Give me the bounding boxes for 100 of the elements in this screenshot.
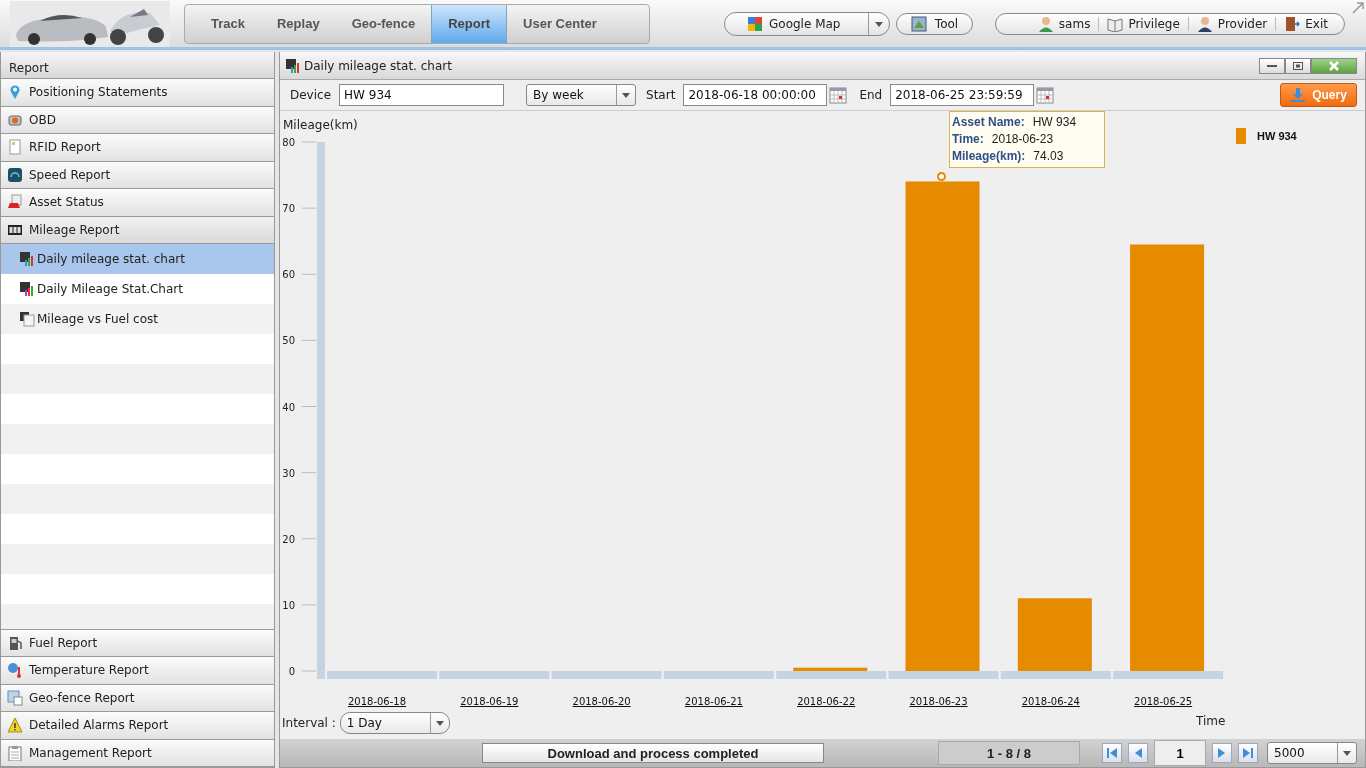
data-point-marker xyxy=(937,172,946,181)
next-page-button[interactable] xyxy=(1212,743,1232,763)
start-label: Start xyxy=(646,88,676,102)
tick-mark xyxy=(301,273,317,275)
tick-mark xyxy=(301,472,317,474)
start-date-field[interactable]: 2018-06-18 00:00:00 xyxy=(683,84,828,106)
y-tick-label: 0 xyxy=(288,666,295,677)
legend-label: HW 934 xyxy=(1257,130,1297,142)
sidebar-item[interactable]: RFID Report xyxy=(1,134,274,162)
resize-icon xyxy=(1352,2,1364,14)
device-label: Device xyxy=(290,88,332,102)
nav-tab[interactable]: User Center xyxy=(507,4,613,43)
tick-mark xyxy=(301,538,317,540)
caret-icon xyxy=(874,19,884,28)
user-menu-item[interactable]: Privilege xyxy=(1105,15,1182,32)
x-tick-label: 2018-06-25 xyxy=(1134,696,1193,707)
user-icon xyxy=(1037,15,1054,32)
y-axis-title: Mileage(km) xyxy=(283,118,358,132)
sidebar-item-label: Asset Status xyxy=(29,195,104,210)
sidebar-item[interactable]: Asset Status xyxy=(1,189,274,217)
sidebar-item[interactable]: Management Report xyxy=(1,739,274,767)
tick-mark xyxy=(301,339,317,341)
sidebar-subitem-label: Mileage vs Fuel cost xyxy=(37,312,159,326)
sidebar-item-label: Fuel Report xyxy=(29,635,98,650)
nav-tab[interactable]: Geo-fence xyxy=(335,4,432,43)
tick-mark xyxy=(301,604,317,606)
y-tick-label: 20 xyxy=(282,533,295,545)
user-menu-item[interactable]: Exit xyxy=(1282,15,1330,32)
sidebar-subitem-label: Daily Mileage Stat.Chart xyxy=(37,282,183,296)
map-icon xyxy=(747,15,763,32)
y-tick-label: 10 xyxy=(282,599,295,611)
document-icon xyxy=(19,311,35,327)
sidebar-item-label: Temperature Report xyxy=(29,663,149,678)
sidebar-item[interactable]: Positioning Statements xyxy=(1,79,274,107)
maximize-button[interactable] xyxy=(1285,57,1311,74)
sidebar-title: Report xyxy=(1,52,274,79)
caret-icon xyxy=(434,719,445,727)
x-tick-label: 2018-06-24 xyxy=(1021,696,1080,707)
sidebar-item[interactable]: Fuel Report xyxy=(1,629,274,657)
card-icon xyxy=(7,139,23,156)
y-tick-label: 50 xyxy=(282,335,295,347)
x-tick-label: 2018-06-22 xyxy=(797,696,856,707)
door-icon xyxy=(1284,15,1301,32)
chart-icon xyxy=(19,281,35,297)
device-field[interactable]: HW 934 xyxy=(339,84,505,106)
sidebar-item-label: Speed Report xyxy=(29,167,111,182)
x-tick-label: 2018-06-21 xyxy=(684,696,743,707)
nav-tab[interactable]: Replay xyxy=(261,4,336,43)
sidebar-item-label: Management Report xyxy=(29,745,152,760)
sidebar-item-label: Geo-fence Report xyxy=(29,690,135,705)
close-button[interactable] xyxy=(1311,57,1357,74)
gauge-icon xyxy=(7,166,23,183)
y-tick-label: 80 xyxy=(282,137,295,148)
car-icon xyxy=(7,194,23,211)
tooltip-line: Time: 2018-06-23 xyxy=(952,131,1055,148)
y-tick-label: 30 xyxy=(282,467,295,479)
period-select[interactable]: By week xyxy=(526,84,637,106)
window-icon xyxy=(7,689,23,706)
previous-page-button[interactable] xyxy=(1128,743,1148,763)
maximize-icon xyxy=(1292,60,1304,71)
page-size-select[interactable]: 5000 xyxy=(1267,742,1357,764)
map-selector-label: Google Map xyxy=(769,16,841,31)
caret-icon xyxy=(621,91,632,99)
tool-button[interactable]: Tool xyxy=(896,12,973,35)
minimize-icon xyxy=(1267,64,1277,67)
tooltip-line: Mileage(km): 74.03 xyxy=(952,148,1065,165)
map-selector[interactable]: Google Map xyxy=(724,11,890,36)
sidebar-item[interactable]: Detailed Alarms Report xyxy=(1,712,274,740)
nav-tab[interactable]: Report xyxy=(431,4,508,43)
calendar-icon xyxy=(829,86,848,104)
nav-tab[interactable]: Track xyxy=(195,4,261,43)
tool-icon xyxy=(910,15,927,32)
thermometer-icon xyxy=(7,662,23,679)
last-page-button[interactable] xyxy=(1238,743,1258,763)
sidebar-item-label: OBD xyxy=(29,112,56,127)
sidebar-subitem[interactable]: Mileage vs Fuel cost xyxy=(1,304,274,334)
end-date-field[interactable]: 2018-06-25 23:59:59 xyxy=(890,84,1035,106)
panel-title: Daily mileage stat. chart xyxy=(304,58,452,73)
page-number-field[interactable]: 1 xyxy=(1154,740,1206,766)
sidebar-item[interactable]: OBD xyxy=(1,106,274,134)
sidebar-item[interactable]: Mileage Report xyxy=(1,216,274,244)
sidebar-item[interactable]: Temperature Report xyxy=(1,657,274,685)
sidebar-subitem[interactable]: Daily mileage stat. chart xyxy=(1,244,274,274)
tooltip-line: Asset Name: HW 934 xyxy=(952,114,1078,131)
y-tick-label: 40 xyxy=(282,401,295,413)
minimize-button[interactable] xyxy=(1259,57,1285,74)
fuel-pump-icon xyxy=(7,634,23,651)
interval-label: Interval : xyxy=(282,716,336,730)
person-icon xyxy=(1196,15,1213,32)
x-axis-title: Time xyxy=(1196,714,1226,728)
user-menu-item[interactable]: Provider xyxy=(1194,15,1270,32)
sidebar-item[interactable]: Speed Report xyxy=(1,161,274,189)
first-page-button[interactable] xyxy=(1102,743,1122,763)
x-tick-label: 2018-06-23 xyxy=(909,696,968,707)
x-tick-label: 2018-06-20 xyxy=(572,696,631,707)
chart-icon xyxy=(285,57,301,74)
user-menu-item[interactable]: sams xyxy=(1035,15,1093,32)
sidebar-item-label: Positioning Statements xyxy=(29,85,168,100)
sidebar-item[interactable]: Geo-fence Report xyxy=(1,684,274,712)
interval-select[interactable]: 1 Day xyxy=(339,712,450,734)
